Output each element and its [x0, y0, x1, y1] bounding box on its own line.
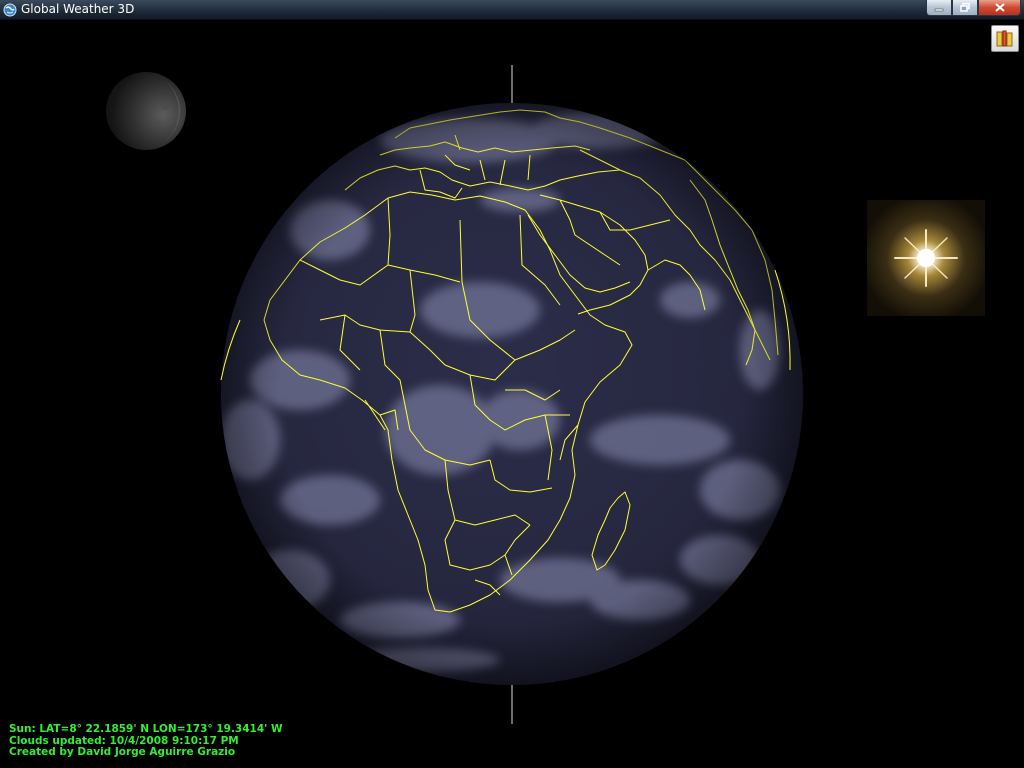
close-icon: [994, 3, 1005, 12]
sun-position-text: Sun: LAT=8° 22.1859' N LON=173° 19.3414'…: [9, 723, 283, 735]
restore-button[interactable]: [952, 0, 978, 16]
title-bar[interactable]: Global Weather 3D: [0, 0, 1024, 20]
restore-icon: [960, 3, 970, 12]
close-button[interactable]: [978, 0, 1021, 16]
globe-icon[interactable]: [3, 2, 17, 17]
credit-text: Created by David Jorge Aguirre Grazio: [9, 746, 236, 758]
window-controls: [926, 0, 1021, 16]
status-panel: Sun: LAT=8° 22.1859' N LON=173° 19.3414'…: [9, 723, 283, 759]
window-title: Global Weather 3D: [21, 2, 135, 16]
minimize-button[interactable]: [926, 0, 952, 16]
minimize-icon: [934, 8, 944, 11]
app-window: Global Weather 3D Sun: LAT=8° 22.1859' N…: [0, 0, 1024, 768]
earth-globe[interactable]: [0, 20, 1024, 768]
globe-viewport[interactable]: Sun: LAT=8° 22.1859' N LON=173° 19.3414'…: [0, 20, 1024, 768]
